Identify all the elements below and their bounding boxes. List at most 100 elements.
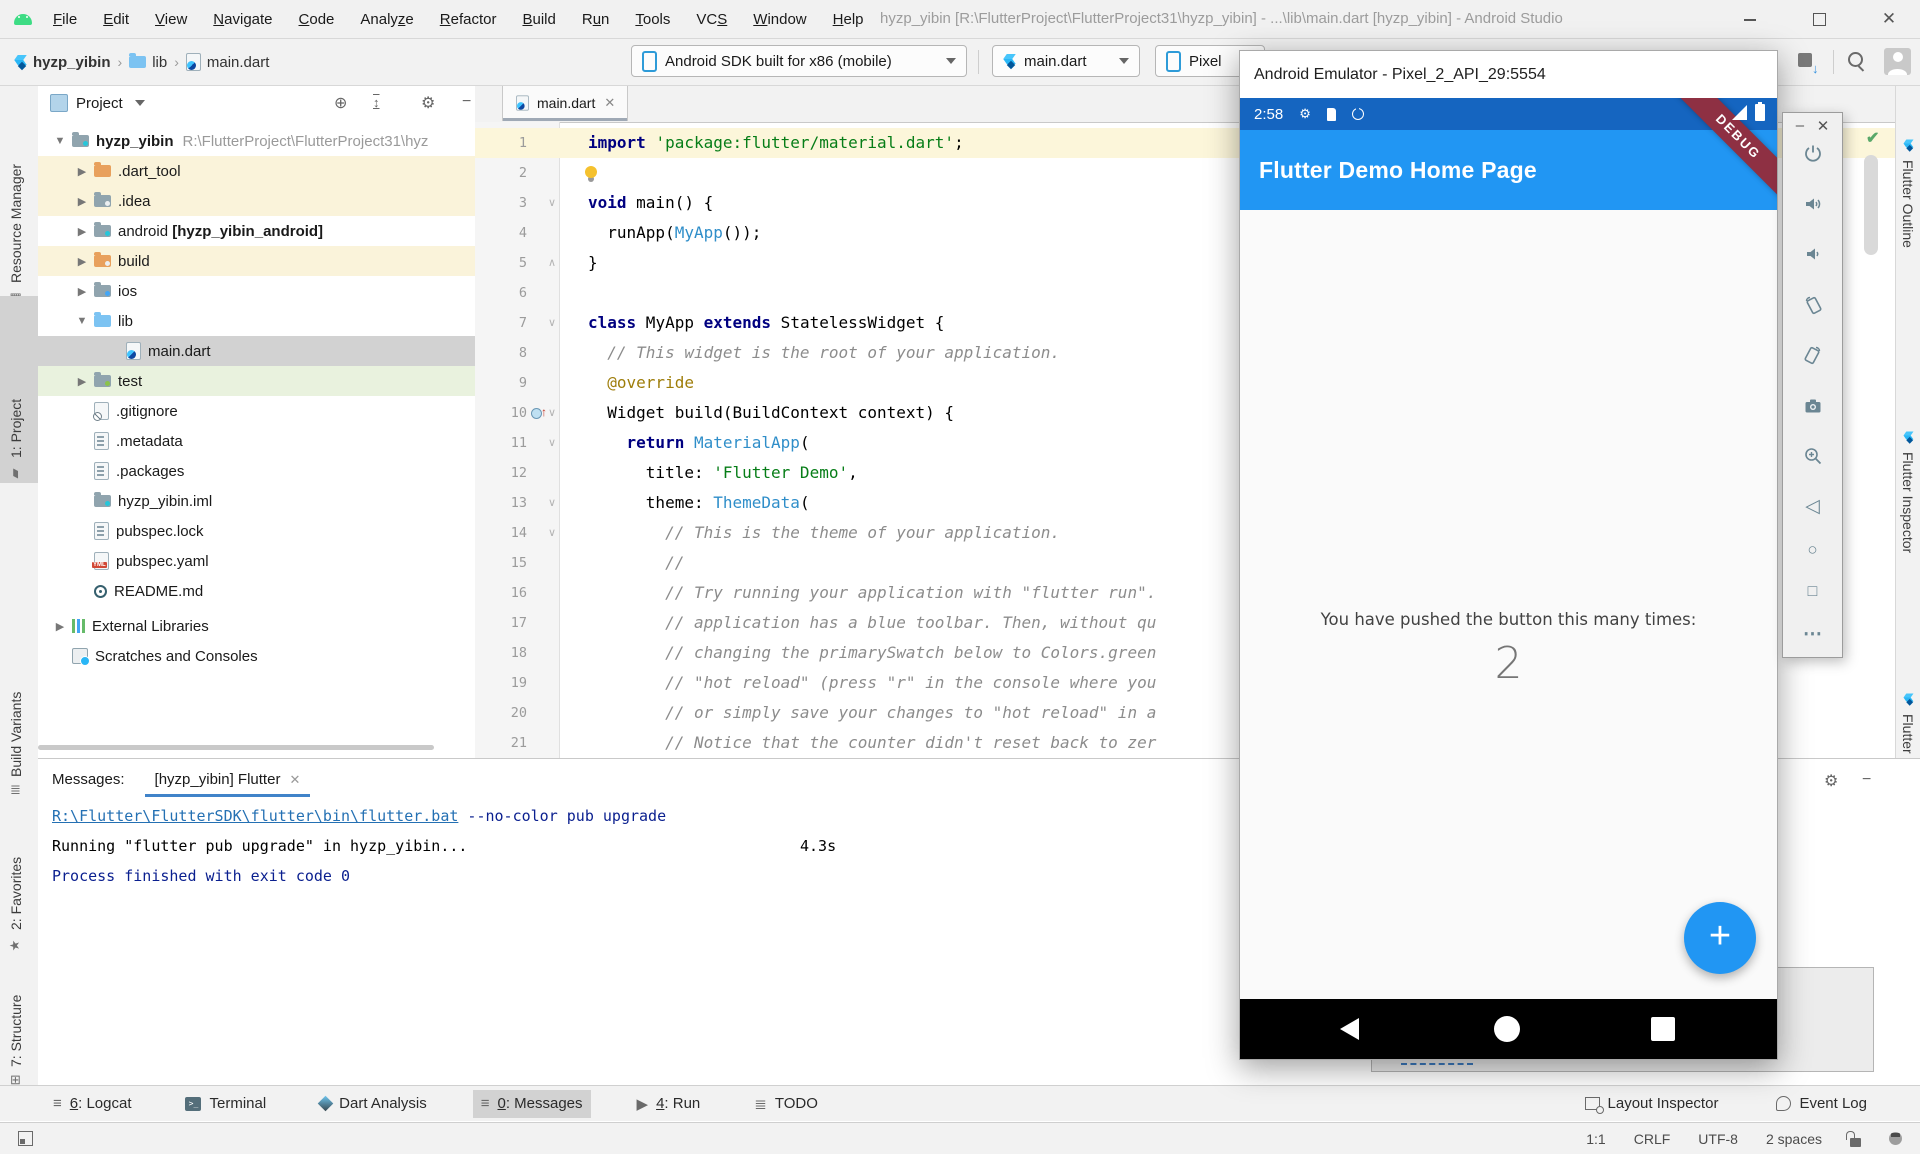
tree-item-ios[interactable]: ▶ios: [38, 276, 475, 306]
tree-item-hyzp-yibin-iml[interactable]: hyzp_yibin.iml: [38, 486, 475, 516]
settings-gear-icon[interactable]: ⚙: [1824, 771, 1838, 791]
toolwindow-button-0-messages[interactable]: ≡0: Messages: [473, 1090, 591, 1118]
screenshot-camera-icon[interactable]: [1803, 396, 1823, 421]
unlock-icon[interactable]: [1850, 1138, 1861, 1147]
tree-item-pubspec-lock[interactable]: pubspec.lock: [38, 516, 475, 546]
sidebar-item-flutter-outline[interactable]: Flutter Outline: [1900, 138, 1916, 338]
more-icon[interactable]: ⋯: [1803, 625, 1822, 644]
chevron-right-icon[interactable]: ▶: [48, 620, 72, 633]
status-utf-8[interactable]: UTF-8: [1698, 1131, 1738, 1147]
menu-view[interactable]: View: [142, 11, 200, 28]
override-marker-icon[interactable]: [531, 408, 542, 419]
horizontal-scrollbar[interactable]: [38, 745, 434, 750]
sidebar-item-1-project[interactable]: ▰1: Project: [8, 303, 24, 480]
sdk-manager-icon[interactable]: [1798, 53, 1812, 67]
fold-marker-icon[interactable]: ∧: [545, 248, 559, 278]
power-icon[interactable]: [1803, 143, 1823, 168]
tree-item-android[interactable]: ▶android [hyzp_yibin_android]: [38, 216, 475, 246]
menu-navigate[interactable]: Navigate: [200, 11, 285, 28]
menu-edit[interactable]: Edit: [90, 11, 142, 28]
rotate-left-icon[interactable]: [1803, 295, 1823, 320]
chevron-right-icon[interactable]: ▶: [70, 225, 94, 238]
inspection-ok-icon[interactable]: ✔: [1866, 128, 1879, 148]
menu-tools[interactable]: Tools: [622, 11, 683, 28]
close-tab-icon[interactable]: ✕: [289, 772, 300, 788]
intention-bulb-icon[interactable]: [585, 166, 597, 178]
status-crlf[interactable]: CRLF: [1634, 1131, 1671, 1147]
tree-item-test[interactable]: ▶test: [38, 366, 475, 396]
chevron-right-icon[interactable]: ▶: [70, 195, 94, 208]
status-2-spaces[interactable]: 2 spaces: [1766, 1131, 1822, 1147]
tree-item--dart-tool[interactable]: ▶.dart_tool: [38, 156, 475, 186]
chevron-right-icon[interactable]: ▶: [70, 255, 94, 268]
sidebar-item-7-structure[interactable]: ⊞7: Structure: [8, 952, 24, 1085]
tree-item--packages[interactable]: .packages: [38, 456, 475, 486]
window-maximize-button[interactable]: [1809, 9, 1829, 29]
breadcrumb-item-lib[interactable]: lib: [129, 54, 167, 71]
menu-analyze[interactable]: Analyze: [347, 11, 426, 28]
button-event-log[interactable]: Event Log: [1768, 1090, 1875, 1118]
back-icon[interactable]: ◁: [1805, 497, 1820, 516]
locate-icon[interactable]: ⊕: [334, 93, 347, 113]
fold-marker-icon[interactable]: ∨: [545, 308, 559, 338]
hide-panel-icon[interactable]: −: [462, 93, 471, 111]
close-icon[interactable]: ✕: [1817, 117, 1830, 135]
tree-item-main-dart[interactable]: main.dart: [38, 336, 475, 366]
tree-item--idea[interactable]: ▶.idea: [38, 186, 475, 216]
toolwindow-button-dart-analysis[interactable]: Dart Analysis: [312, 1090, 435, 1118]
menu-run[interactable]: Run: [569, 11, 623, 28]
toolwindow-button-terminal[interactable]: >_Terminal: [177, 1090, 274, 1118]
tab-main-dart[interactable]: main.dart ✕: [502, 85, 628, 121]
run-config-selector[interactable]: main.dart: [992, 45, 1140, 77]
zoom-icon[interactable]: [1803, 446, 1823, 471]
tree-item-lib[interactable]: ▼lib: [38, 306, 475, 336]
chevron-down-icon[interactable]: ▼: [70, 315, 94, 327]
device-selector[interactable]: Android SDK built for x86 (mobile): [631, 45, 967, 77]
sidebar-item-resource-manager[interactable]: ▦Resource Manager: [8, 95, 24, 305]
window-minimize-button[interactable]: [1740, 9, 1760, 29]
sidebar-item-2-favorites[interactable]: ★2: Favorites: [8, 800, 24, 952]
chevron-right-icon[interactable]: ▶: [70, 375, 94, 388]
chevron-down-icon[interactable]: ▼: [48, 135, 72, 147]
nav-home-button[interactable]: [1494, 1016, 1520, 1042]
messages-flutter-tab[interactable]: [hyzp_yibin] Flutter ✕: [151, 765, 305, 794]
project-panel-header[interactable]: Project: [38, 85, 475, 121]
tool-window-switcher-icon[interactable]: [18, 1131, 33, 1146]
rotate-right-icon[interactable]: [1803, 345, 1823, 370]
close-tab-icon[interactable]: ✕: [604, 95, 615, 111]
profile-avatar[interactable]: [1884, 48, 1911, 75]
emulator-title-bar[interactable]: Android Emulator - Pixel_2_API_29:5554: [1240, 51, 1777, 98]
volume-up-icon[interactable]: [1803, 194, 1823, 219]
console-link[interactable]: R:\Flutter\FlutterSDK\flutter\bin\flutte…: [52, 807, 458, 825]
home-icon[interactable]: ○: [1807, 541, 1817, 558]
tree-item-pubspec-yaml[interactable]: pubspec.yaml: [38, 546, 475, 576]
fold-marker-icon[interactable]: ∨: [545, 428, 559, 458]
menu-vcs[interactable]: VCS: [683, 11, 740, 28]
tree-item-scratches-and-consoles[interactable]: Scratches and Consoles: [38, 641, 475, 671]
editor-scrollbar[interactable]: [1864, 155, 1878, 255]
window-close-button[interactable]: ✕: [1879, 9, 1899, 29]
fold-marker-icon[interactable]: ∨: [545, 398, 559, 428]
sidebar-item-build-variants[interactable]: ≣Build Variants: [8, 615, 24, 795]
toolwindow-button-4-run[interactable]: ▶4: Run: [629, 1090, 709, 1118]
toolwindow-button-todo[interactable]: ≣TODO: [746, 1090, 826, 1118]
minimize-icon[interactable]: –: [1796, 117, 1804, 135]
tree-item--gitignore[interactable]: .gitignore: [38, 396, 475, 426]
fold-marker-icon[interactable]: ∨: [545, 488, 559, 518]
menu-build[interactable]: Build: [509, 11, 568, 28]
menu-code[interactable]: Code: [286, 11, 348, 28]
chevron-right-icon[interactable]: ▶: [70, 285, 94, 298]
menu-window[interactable]: Window: [740, 11, 819, 28]
chevron-right-icon[interactable]: ▶: [70, 165, 94, 178]
menu-refactor[interactable]: Refactor: [427, 11, 510, 28]
nav-back-button[interactable]: [1340, 1018, 1359, 1040]
nav-overview-button[interactable]: [1651, 1017, 1675, 1041]
menu-file[interactable]: File: [40, 11, 90, 28]
tree-item-readme-md[interactable]: README.md: [38, 576, 475, 606]
tree-item-external-libraries[interactable]: ▶External Libraries: [38, 611, 475, 641]
fold-marker-icon[interactable]: ∨: [545, 518, 559, 548]
status-1-1[interactable]: 1:1: [1586, 1131, 1605, 1147]
settings-gear-icon[interactable]: ⚙: [421, 93, 435, 113]
tree-item-hyzp-yibin[interactable]: ▼hyzp_yibinR:\FlutterProject\FlutterProj…: [38, 126, 475, 156]
collapse-all-icon[interactable]: ↕: [373, 95, 380, 110]
